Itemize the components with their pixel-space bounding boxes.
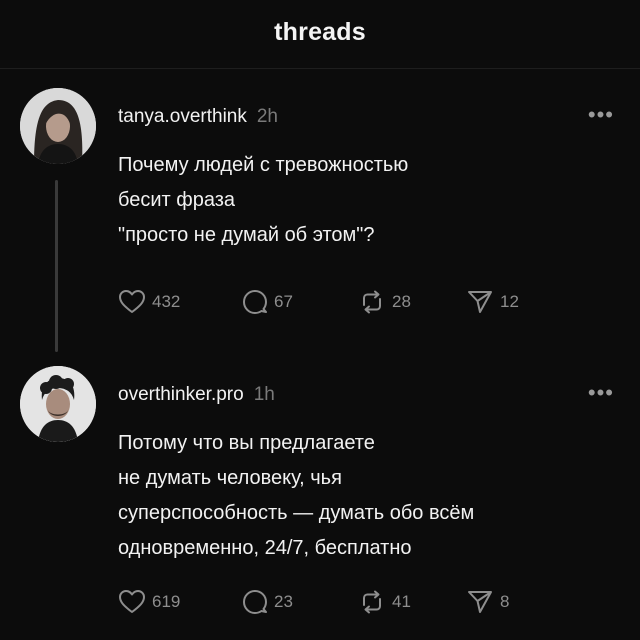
repost-icon bbox=[363, 590, 381, 614]
avatar[interactable] bbox=[20, 366, 96, 442]
more-horizontal-icon[interactable]: ••• bbox=[588, 104, 614, 126]
repost-count: 28 bbox=[392, 292, 411, 311]
post-actions: 432 67 28 12 bbox=[118, 287, 558, 317]
post-text-line: Потому что вы предлагаете bbox=[118, 432, 375, 454]
post-text-line: "просто не думай об этом"? bbox=[118, 224, 375, 246]
send-icon bbox=[468, 291, 492, 313]
comment-count: 23 bbox=[274, 592, 293, 611]
thread-post[interactable]: overthinker.pro 1h ••• Потому что вы пред… bbox=[0, 366, 640, 636]
app-header: threads bbox=[0, 0, 640, 69]
comment-button[interactable]: 23 bbox=[242, 587, 293, 617]
post-meta: overthinker.pro 1h bbox=[118, 384, 275, 406]
heart-icon bbox=[119, 590, 145, 613]
post-text-line: суперспособность — думать обо всём bbox=[118, 502, 475, 524]
repost-button[interactable]: 28 bbox=[358, 287, 411, 317]
thread-connector-line bbox=[55, 180, 58, 352]
username[interactable]: overthinker.pro bbox=[118, 384, 244, 405]
post-meta: tanya.overthink 2h bbox=[118, 106, 278, 128]
share-button[interactable]: 8 bbox=[466, 587, 509, 617]
share-count: 8 bbox=[500, 592, 510, 611]
like-button[interactable]: 432 bbox=[118, 287, 180, 317]
thread-post[interactable]: tanya.overthink 2h ••• Почему людей с тре… bbox=[0, 88, 640, 356]
repost-button[interactable]: 41 bbox=[358, 587, 411, 617]
post-text: Почему людей с тревожностью бесит фраза … bbox=[118, 148, 598, 253]
app-title: threads bbox=[274, 18, 366, 46]
comment-icon bbox=[243, 590, 267, 614]
post-text-line: одновременно, 24/7, бесплатно bbox=[118, 537, 412, 559]
comment-icon bbox=[243, 290, 267, 314]
comment-button[interactable]: 67 bbox=[242, 287, 293, 317]
heart-icon bbox=[119, 290, 145, 313]
post-text-line: бесит фраза bbox=[118, 189, 236, 211]
share-button[interactable]: 12 bbox=[466, 287, 519, 317]
share-count: 12 bbox=[500, 292, 519, 311]
avatar[interactable] bbox=[20, 88, 96, 164]
send-icon bbox=[468, 591, 492, 613]
post-text-line: Почему людей с тревожностью bbox=[118, 154, 409, 176]
like-button[interactable]: 619 bbox=[118, 587, 180, 617]
username[interactable]: tanya.overthink bbox=[118, 106, 247, 127]
post-text: Потому что вы предлагаете не думать чело… bbox=[118, 426, 598, 566]
comment-count: 67 bbox=[274, 292, 293, 311]
repost-count: 41 bbox=[392, 592, 411, 611]
timestamp: 1h bbox=[253, 384, 275, 405]
repost-icon bbox=[363, 290, 381, 314]
like-count: 432 bbox=[152, 292, 181, 311]
more-horizontal-icon[interactable]: ••• bbox=[588, 382, 614, 404]
timestamp: 2h bbox=[256, 106, 278, 127]
like-count: 619 bbox=[152, 592, 181, 611]
post-text-line: не думать человеку, чья bbox=[118, 467, 342, 489]
post-actions: 619 23 41 8 bbox=[118, 587, 558, 617]
